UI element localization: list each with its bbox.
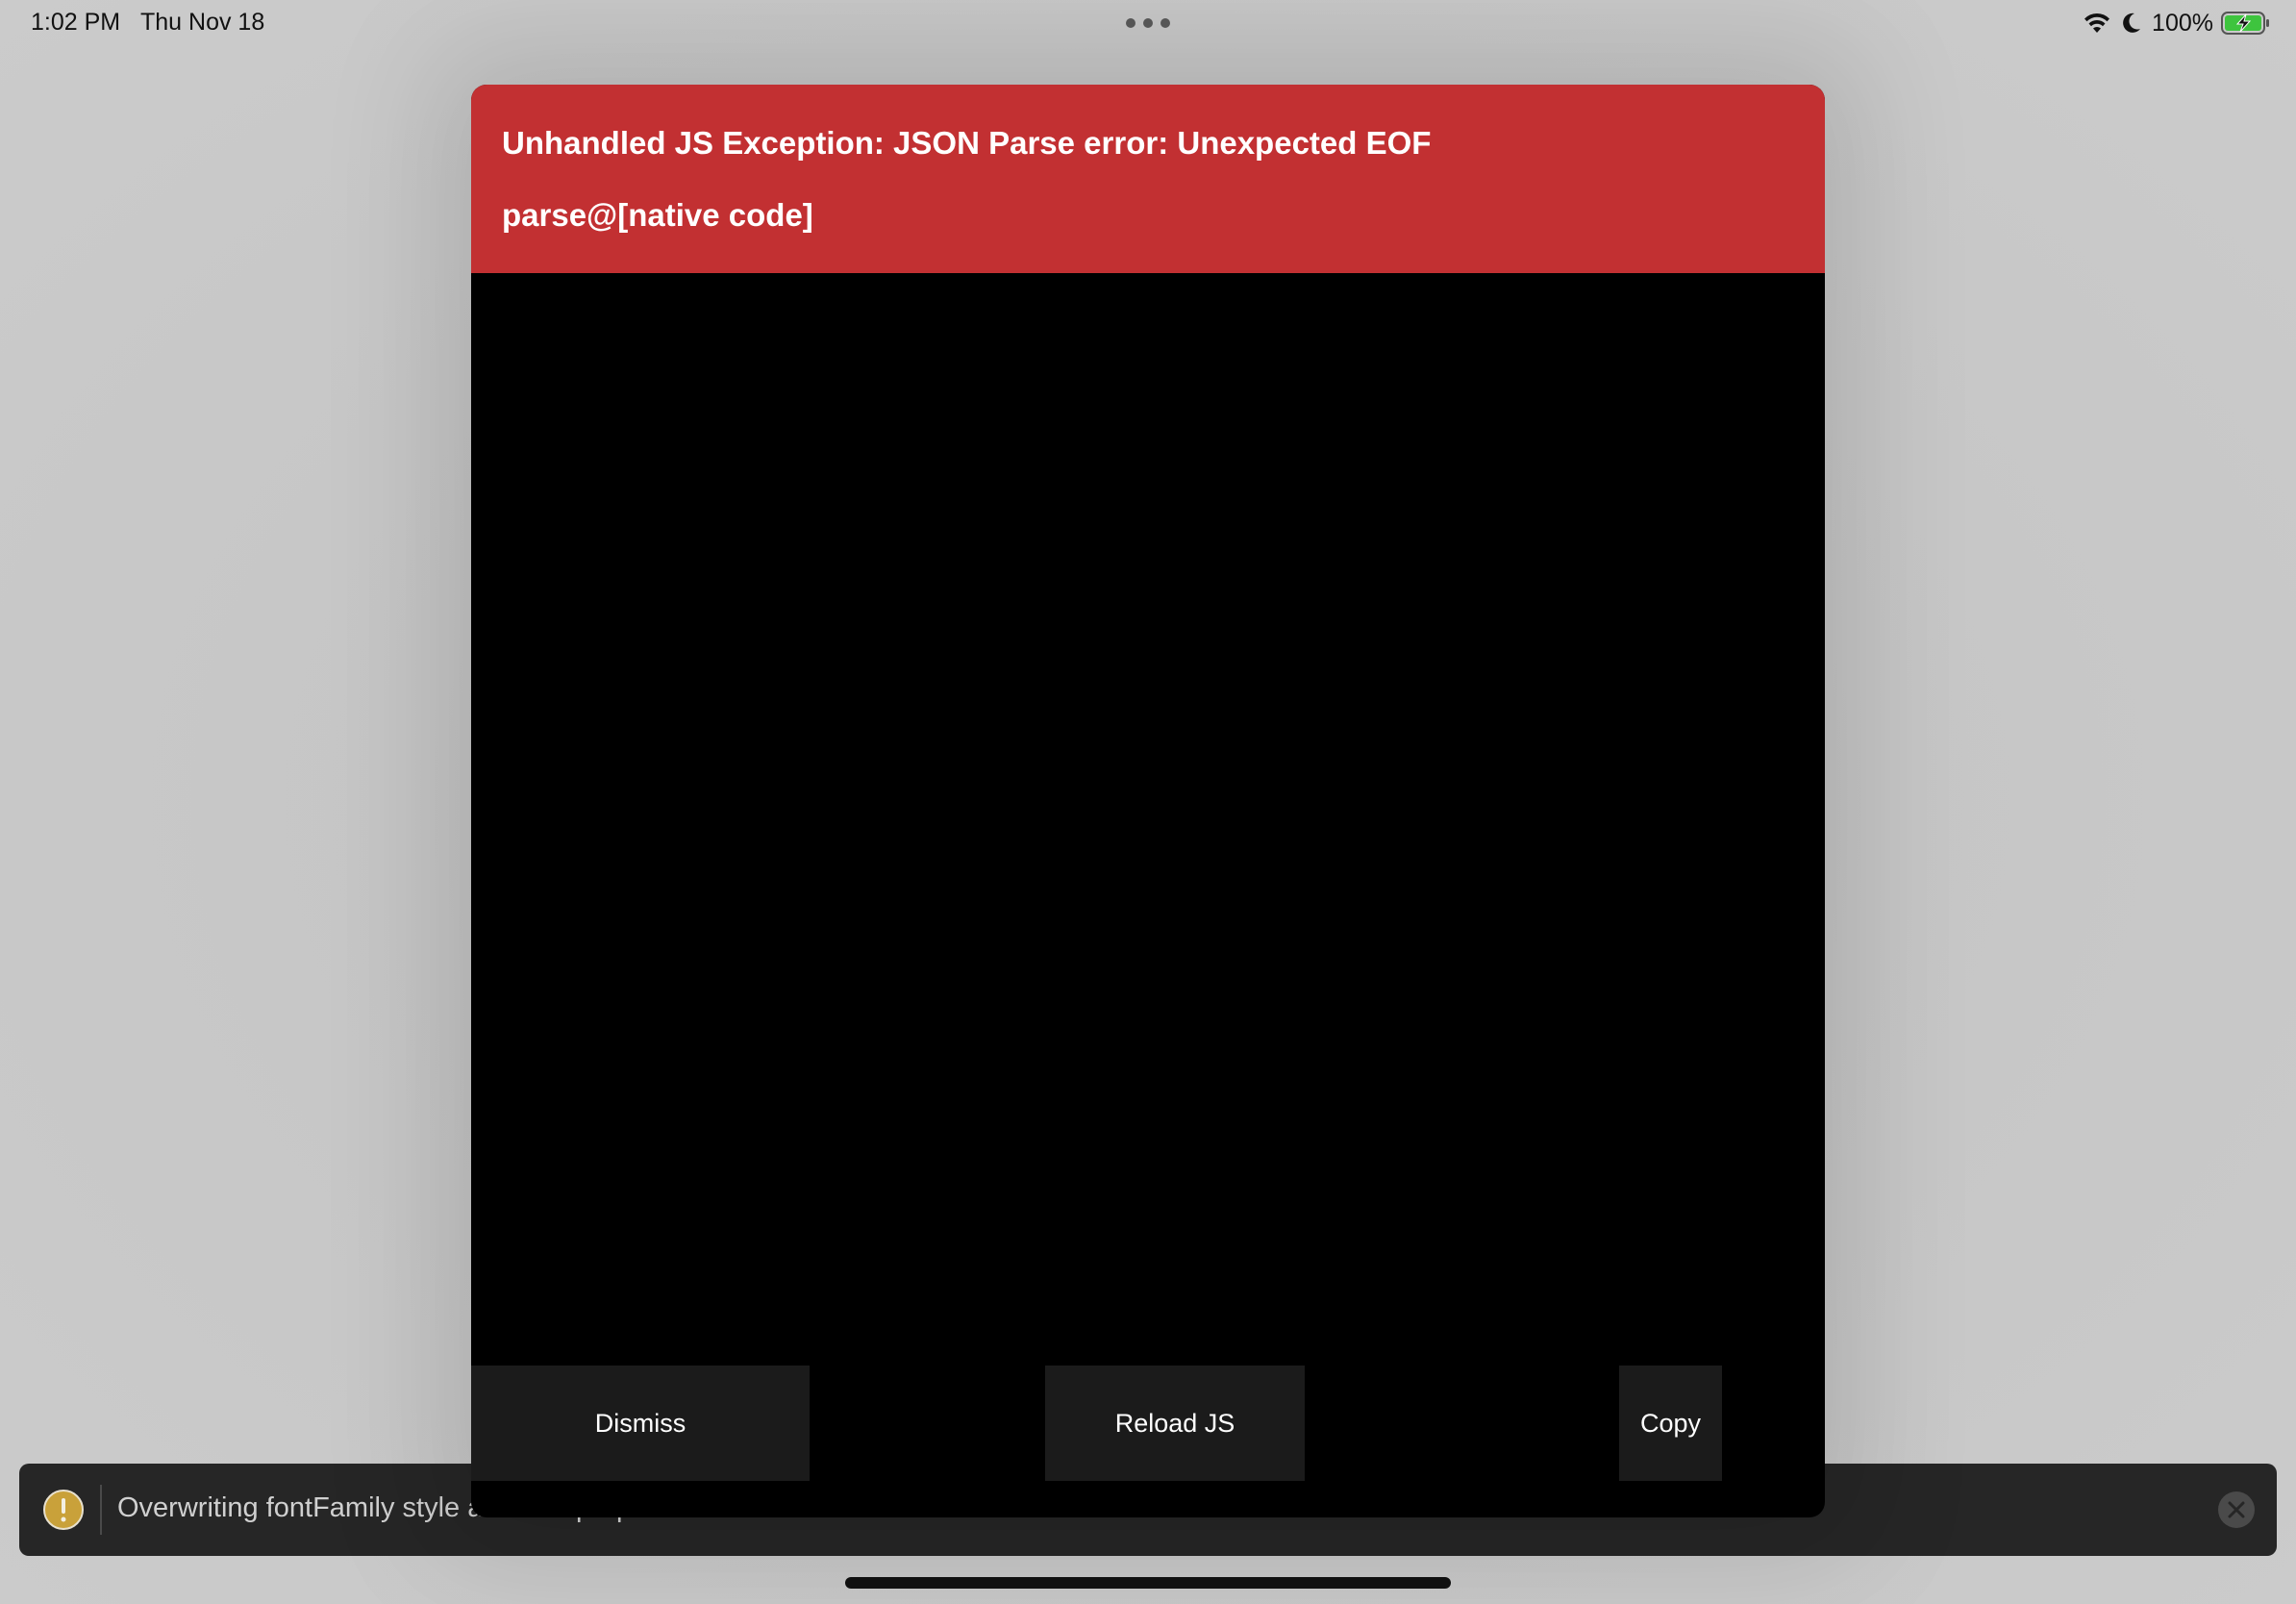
moon-icon xyxy=(2123,13,2141,33)
error-header: Unhandled JS Exception: JSON Parse error… xyxy=(471,85,1825,273)
wifi-icon xyxy=(2084,13,2110,33)
error-modal: Unhandled JS Exception: JSON Parse error… xyxy=(471,85,1825,1517)
home-indicator[interactable] xyxy=(845,1577,1451,1589)
warning-icon xyxy=(43,1490,84,1530)
error-stack-frame[interactable]: parse@[native code] xyxy=(502,197,813,234)
error-actions: Dismiss Reload JS Copy xyxy=(471,1366,1825,1481)
error-title: Unhandled JS Exception: JSON Parse error… xyxy=(502,125,1432,161)
battery-charging-icon xyxy=(2221,12,2269,35)
status-date: Thu Nov 18 xyxy=(140,9,265,36)
battery-percent: 100% xyxy=(2152,9,2213,37)
close-icon[interactable] xyxy=(2217,1491,2256,1529)
screen: 1:02 PM Thu Nov 18 100% Overwriting font… xyxy=(0,0,2296,1604)
copy-button[interactable]: Copy xyxy=(1619,1366,1722,1481)
dismiss-button[interactable]: Dismiss xyxy=(471,1366,810,1481)
toast-divider xyxy=(100,1485,102,1535)
multitasking-dots-icon[interactable] xyxy=(1126,18,1170,28)
status-bar: 1:02 PM Thu Nov 18 100% xyxy=(0,0,2296,46)
status-indicators: 100% xyxy=(2083,8,2271,38)
status-time: 1:02 PM xyxy=(31,9,121,36)
reload-js-button[interactable]: Reload JS xyxy=(1045,1366,1305,1481)
